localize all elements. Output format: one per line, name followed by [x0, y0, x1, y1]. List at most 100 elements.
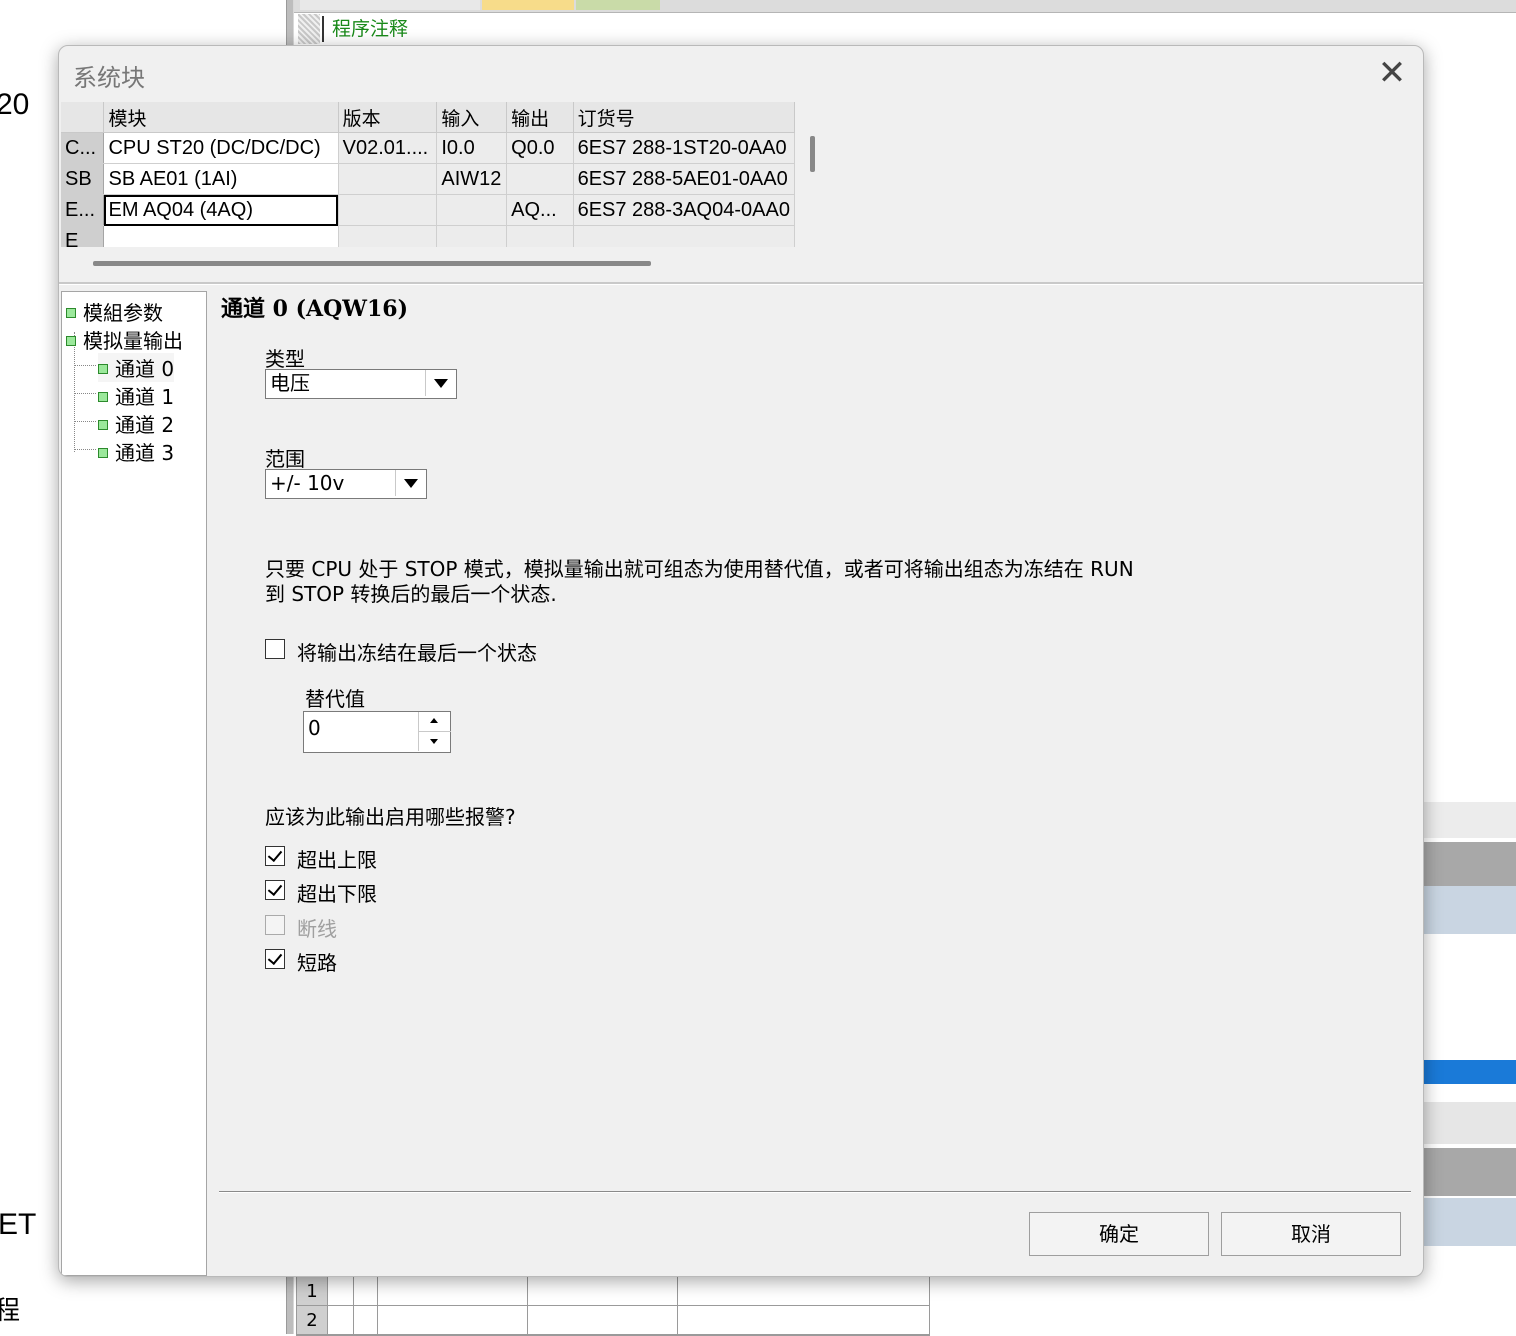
row-output — [506, 225, 574, 247]
row-slot[interactable]: C... — [61, 132, 105, 164]
grid-row-number: 1 — [297, 1277, 328, 1305]
background-symbol-grid: 1 2 — [296, 1276, 930, 1336]
cancel-button[interactable]: 取消 — [1221, 1212, 1401, 1256]
header-version[interactable]: 版本 — [338, 102, 438, 133]
ok-button[interactable]: 确定 — [1029, 1212, 1209, 1256]
alarm-lower-limit-checkbox[interactable] — [265, 880, 285, 900]
substitute-value-label: 替代值 — [305, 687, 365, 711]
row-input: AIW12 — [436, 163, 508, 195]
alarm-upper-limit-checkbox[interactable] — [265, 846, 285, 866]
row-input — [436, 225, 508, 247]
background-tab[interactable] — [300, 0, 480, 10]
spin-up-icon[interactable] — [418, 712, 451, 732]
row-order-number: 6ES7 288-3AQ04-0AA0 — [573, 194, 795, 226]
tree-item-channel-2[interactable]: 通道 2 — [98, 409, 174, 438]
type-label: 类型 — [265, 347, 305, 371]
table-horizontal-scrollbar[interactable] — [93, 261, 651, 266]
row-order-number — [573, 225, 795, 247]
program-comment[interactable]: 程序注释 — [322, 16, 408, 42]
row-module[interactable]: SB AE01 (1AI) — [103, 163, 339, 195]
row-input — [436, 194, 508, 226]
tree-item-label: 通道 0 — [115, 357, 175, 381]
background-panel-strip — [1422, 886, 1516, 934]
tree-item-label: 通道 1 — [115, 385, 175, 409]
table-row[interactable]: E — [61, 225, 795, 247]
header-output[interactable]: 输出 — [506, 102, 574, 133]
grid-column-line — [353, 1277, 354, 1335]
type-select[interactable]: 电压 — [265, 369, 457, 399]
freeze-output-checkbox[interactable] — [265, 639, 285, 659]
range-select-value: +/- 10v — [270, 471, 345, 495]
tree-connector — [74, 365, 96, 366]
tree-item-module-params[interactable]: 模組参数 — [66, 297, 163, 326]
background-panel-strip — [1422, 802, 1516, 838]
row-order-number: 6ES7 288-5AE01-0AA0 — [573, 163, 795, 195]
grid-row-number: 2 — [297, 1306, 328, 1334]
channel-title: 通道 0 (AQW16) — [221, 296, 409, 322]
button-separator — [219, 1191, 1411, 1193]
substitute-value-stepper[interactable]: 0 — [303, 711, 451, 753]
row-version — [338, 163, 438, 195]
range-select[interactable]: +/- 10v — [265, 469, 427, 499]
module-table: 模块 版本 输入 输出 订货号 C... CPU ST20 (DC/DC/DC)… — [61, 102, 795, 247]
substitute-description: 只要 CPU 处于 STOP 模式，模拟量输出就可组态为使用替代值，或者可将输出… — [265, 557, 1265, 607]
tree-item-channel-0[interactable]: 通道 0 — [98, 353, 175, 382]
background-fragment: 20 — [0, 88, 30, 121]
row-slot[interactable]: E... — [61, 194, 105, 226]
header-module[interactable]: 模块 — [103, 102, 339, 133]
background-selected-row[interactable] — [1422, 1060, 1516, 1084]
header-corner — [61, 102, 105, 133]
background-fragment: 程 — [0, 1295, 21, 1325]
tree-item-analog-output[interactable]: 模拟量输出 — [66, 325, 183, 354]
alarm-short-circuit-checkbox[interactable] — [265, 949, 285, 969]
alarm-wire-break-checkbox — [265, 915, 285, 935]
dialog-title: 系统块 — [73, 64, 145, 92]
row-slot[interactable]: E — [61, 225, 105, 247]
type-select-value: 电压 — [270, 371, 310, 395]
table-vertical-scrollbar[interactable] — [810, 136, 815, 172]
background-panel-strip — [1422, 1148, 1516, 1196]
row-order-number: 6ES7 288-1ST20-0AA0 — [573, 132, 795, 164]
tree-node-icon — [66, 335, 76, 346]
system-block-dialog: 系统块 ✕ 模块 版本 输入 输出 订货号 C... CPU ST20 (DC/… — [58, 45, 1424, 1277]
row-version — [338, 225, 438, 247]
row-module[interactable]: CPU ST20 (DC/DC/DC) — [103, 132, 339, 164]
background-fragment: ET — [0, 1208, 37, 1241]
spin-down-icon[interactable] — [418, 732, 451, 751]
row-module-selected[interactable]: EM AQ04 (4AQ) — [103, 194, 339, 226]
grid-column-line — [527, 1277, 528, 1335]
tree-node-icon — [98, 391, 108, 402]
alarm-lower-limit-label[interactable]: 超出下限 — [297, 878, 377, 907]
tree-item-channel-3[interactable]: 通道 3 — [98, 437, 174, 466]
substitute-value-input[interactable]: 0 — [308, 716, 321, 740]
freeze-output-label[interactable]: 将输出冻结在最后一个状态 — [297, 637, 537, 666]
alarm-short-circuit-label[interactable]: 短路 — [297, 947, 337, 976]
table-row[interactable]: E... EM AQ04 (4AQ) AQ... 6ES7 288-3AQ04-… — [61, 194, 795, 226]
close-icon[interactable]: ✕ — [1375, 56, 1409, 92]
row-output: AQ... — [506, 194, 574, 226]
header-input[interactable]: 输入 — [436, 102, 508, 133]
table-row[interactable]: C... CPU ST20 (DC/DC/DC) V02.01.... I0.0… — [61, 132, 795, 164]
background-tab[interactable] — [576, 0, 660, 10]
alarm-wire-break-label: 断线 — [297, 917, 337, 941]
chevron-down-icon[interactable] — [395, 470, 426, 496]
tree-connector — [74, 393, 96, 394]
background-tab[interactable] — [482, 0, 574, 10]
alarm-question: 应该为此输出启用哪些报警? — [265, 805, 516, 829]
grid-row: 1 — [297, 1277, 929, 1306]
row-output: Q0.0 — [506, 132, 574, 164]
background-panel-strip — [1422, 1198, 1516, 1246]
config-tree: 模組参数 模拟量输出 通道 0 通道 1 通道 2 通道 3 — [61, 291, 207, 1276]
background-network-marker — [298, 14, 320, 44]
background-panel-strip — [1422, 842, 1516, 886]
header-order-number[interactable]: 订货号 — [573, 102, 795, 133]
alarm-upper-limit-label[interactable]: 超出上限 — [297, 844, 377, 873]
tree-item-channel-1[interactable]: 通道 1 — [98, 381, 174, 410]
grid-column-line — [677, 1277, 678, 1335]
table-row[interactable]: SB SB AE01 (1AI) AIW12 6ES7 288-5AE01-0A… — [61, 163, 795, 195]
row-module[interactable] — [103, 225, 339, 247]
chevron-down-icon[interactable] — [425, 370, 456, 396]
row-version — [338, 194, 438, 226]
tree-item-label: 通道 2 — [115, 413, 175, 437]
row-slot[interactable]: SB — [61, 163, 105, 195]
